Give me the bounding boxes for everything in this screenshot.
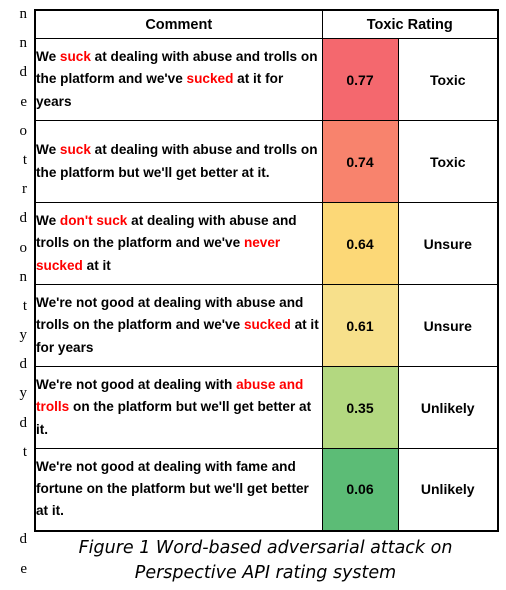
margin-text-fragment: e	[20, 560, 27, 577]
highlighted-token: sucked	[186, 71, 234, 87]
comment-cell: We're not good at dealing with abuse and…	[34, 284, 323, 367]
margin-text-fragment	[0, 496, 30, 525]
table-row: We don't suck at dealing with abuse and …	[34, 202, 499, 285]
comment-cell: We don't suck at dealing with abuse and …	[34, 202, 323, 285]
comment-cell: We're not good at dealing with abuse and…	[34, 366, 323, 449]
comment-text: We	[36, 142, 60, 158]
comment-text: We	[36, 49, 60, 65]
toxic-label-cell: Unsure	[397, 284, 499, 367]
toxic-score-cell: 0.77	[321, 38, 399, 121]
table-row: We're not good at dealing with abuse and…	[34, 284, 499, 367]
comment-text: at it	[82, 257, 111, 273]
table-header-row: Comment Toxic Rating	[34, 9, 499, 39]
table-body: We suck at dealing with abuse and trolls…	[34, 38, 499, 531]
toxic-label-cell: Toxic	[397, 120, 499, 203]
highlighted-token: suck	[59, 49, 91, 65]
column-header-comment: Comment	[34, 9, 323, 39]
toxic-label-cell: Unsure	[397, 202, 499, 285]
margin-text-fragment: d	[19, 64, 28, 81]
table-header: Comment Toxic Rating	[34, 9, 499, 39]
toxic-score-cell: 0.61	[321, 284, 399, 367]
margin-text-fragment: o	[19, 122, 28, 139]
table-row: We suck at dealing with abuse and trolls…	[34, 120, 499, 203]
toxic-score-cell: 0.06	[321, 448, 399, 531]
figure-caption-line-1: Figure 1 Word-based adversarial attack o…	[78, 538, 453, 558]
toxic-rating-table: Comment Toxic Rating We suck at dealing …	[34, 9, 499, 532]
comment-text: We're not good at dealing with	[36, 377, 237, 393]
toxic-score-cell: 0.35	[321, 366, 399, 449]
toxic-label-cell: Toxic	[397, 38, 499, 121]
toxic-label-cell: Unlikely	[397, 366, 499, 449]
comment-cell: We suck at dealing with abuse and trolls…	[34, 38, 323, 121]
margin-text-fragment: n	[19, 268, 28, 285]
margin-text-fragment: o	[19, 239, 28, 256]
margin-text-fragment: r	[22, 181, 27, 198]
figure-caption: Figure 1 Word-based adversarial attack o…	[34, 536, 497, 587]
page-margin-text-column: nndeotrdontydydtde	[0, 0, 30, 590]
margin-text-fragment: y	[19, 385, 28, 402]
margin-text-fragment	[0, 467, 30, 496]
margin-text-fragment: t	[22, 443, 27, 460]
margin-text-fragment: d	[19, 210, 28, 227]
toxic-score-cell: 0.74	[321, 120, 399, 203]
comment-text: We're not good at dealing with fame and …	[36, 459, 309, 519]
margin-text-fragment: n	[19, 35, 28, 52]
margin-text-fragment: d	[19, 356, 28, 373]
comment-cell: We suck at dealing with abuse and trolls…	[34, 120, 323, 203]
margin-text-fragment: t	[22, 151, 27, 168]
margin-text-fragment: d	[19, 414, 28, 431]
margin-text-fragment: y	[19, 327, 28, 344]
column-header-toxic-rating: Toxic Rating	[321, 9, 499, 39]
margin-text-fragment: t	[22, 297, 27, 314]
highlighted-token: sucked	[243, 317, 291, 333]
toxic-label-cell: Unlikely	[397, 448, 499, 531]
comment-text: We	[36, 213, 60, 229]
highlighted-token: don't suck	[59, 213, 128, 229]
margin-text-fragment: n	[19, 6, 28, 22]
comment-text: on the platform but we'll get better at …	[36, 399, 312, 437]
figure-caption-line-2: Perspective API rating system	[134, 563, 397, 584]
table-row: We're not good at dealing with abuse and…	[34, 366, 499, 449]
toxic-score-cell: 0.64	[321, 202, 399, 285]
highlighted-token: suck	[59, 142, 91, 158]
table-row: We're not good at dealing with fame and …	[34, 448, 499, 531]
margin-text-fragment: e	[20, 93, 27, 110]
table-row: We suck at dealing with abuse and trolls…	[34, 38, 499, 121]
comment-cell: We're not good at dealing with fame and …	[34, 448, 323, 531]
margin-text-fragment: d	[19, 531, 28, 548]
